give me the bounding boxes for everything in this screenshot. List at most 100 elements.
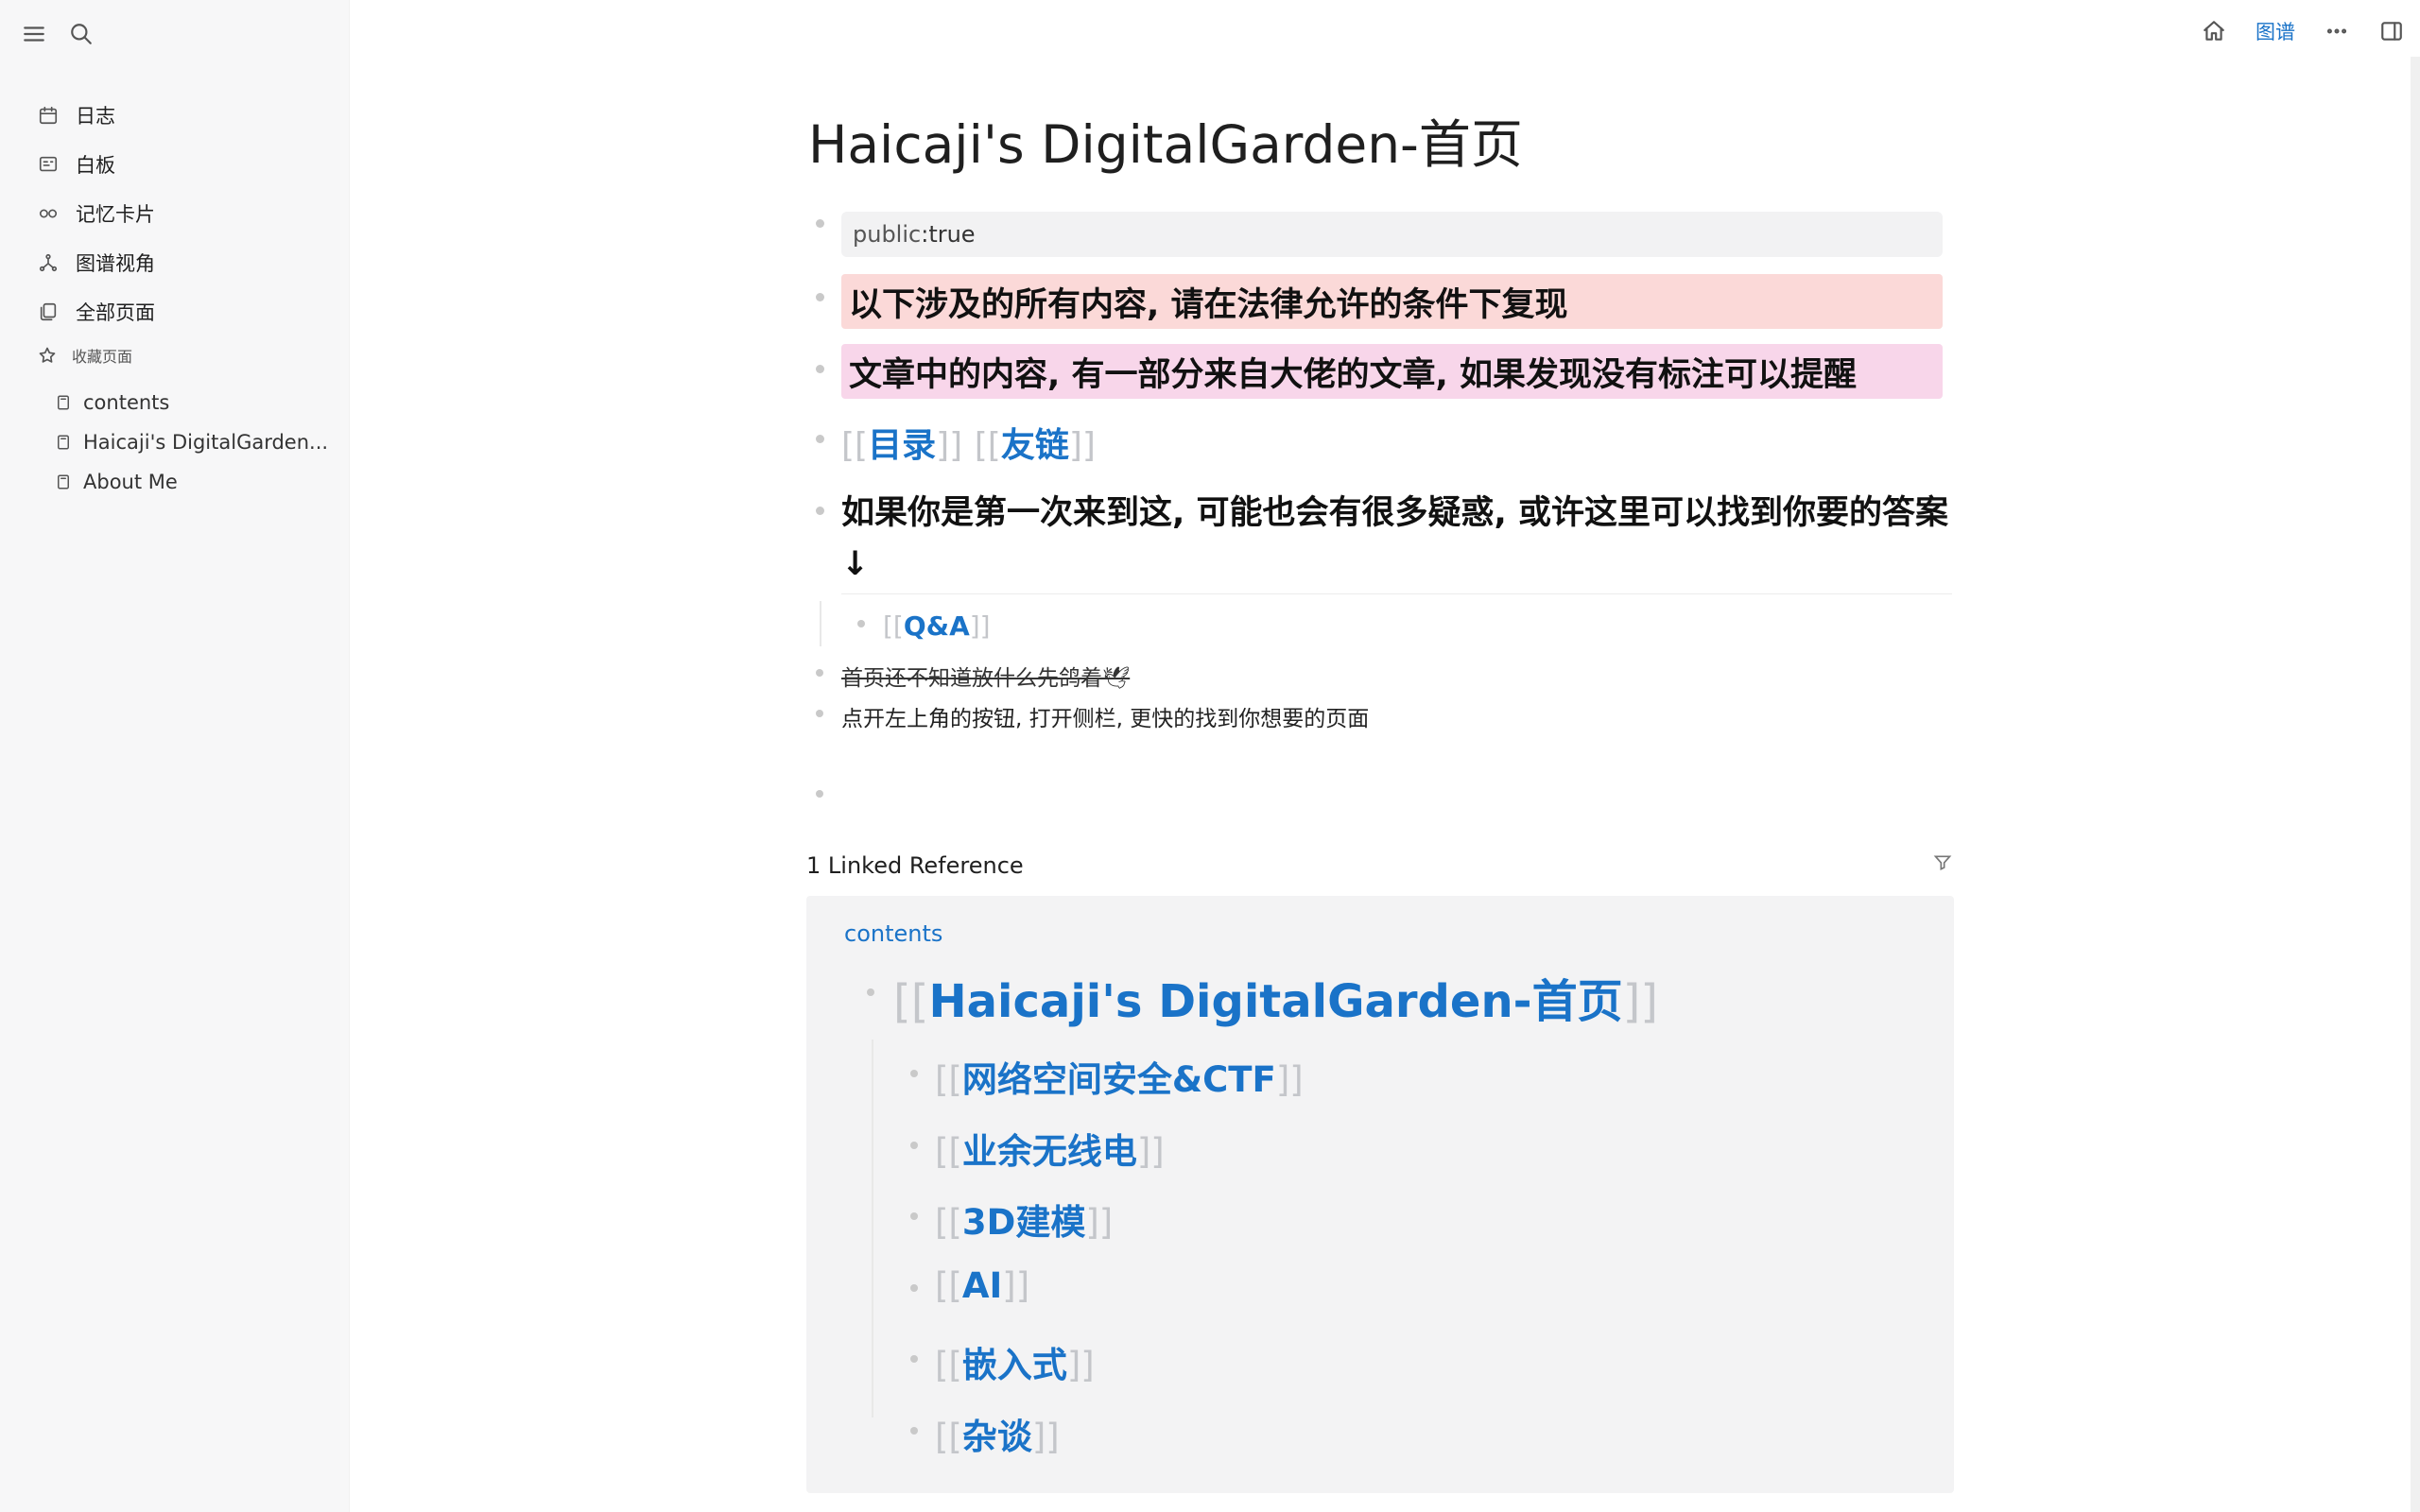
block-bullet[interactable] bbox=[816, 790, 823, 798]
pages-icon bbox=[38, 301, 59, 322]
reference-source-page[interactable]: contents bbox=[844, 920, 942, 947]
block-bullet[interactable] bbox=[910, 1355, 918, 1363]
sidebar-item-label: 图谱视角 bbox=[76, 252, 155, 275]
favorites-title: 收藏页面 bbox=[72, 348, 133, 366]
child-guide-line bbox=[820, 601, 821, 646]
home-icon[interactable] bbox=[2201, 18, 2227, 44]
notice-credit[interactable]: 文章中的内容, 有一部分来自大佬的文章, 如果发现没有标注可以提醒 bbox=[841, 344, 1943, 399]
links-row: [[目录]] [[友链]] bbox=[841, 418, 1096, 467]
notice-legal[interactable]: 以下涉及的所有内容, 请在法律允许的条件下复现 bbox=[841, 274, 1943, 329]
search-icon[interactable] bbox=[68, 21, 95, 47]
link-3d-modeling[interactable]: 3D建模 bbox=[962, 1202, 1085, 1243]
link-embedded[interactable]: 嵌入式 bbox=[962, 1345, 1067, 1385]
block-bullet[interactable] bbox=[857, 620, 865, 627]
link-cybersecurity[interactable]: 网络空间安全&CTF bbox=[962, 1059, 1276, 1100]
intro-text[interactable]: 如果你是第一次来到这, 可能也会有很多疑惑, 或许这里可以找到你要的答案↓ bbox=[841, 488, 1957, 590]
page-title[interactable]: Haicaji's DigitalGarden-首页 bbox=[808, 102, 1523, 178]
reference-sub-link-row: [[3D建模]] bbox=[935, 1194, 1113, 1245]
favorite-item-home[interactable]: Haicaji's DigitalGarden... bbox=[55, 422, 329, 462]
favorites-header[interactable]: 收藏页面 bbox=[38, 344, 132, 367]
sidebar-nav: 日志 白板 记忆卡片 图谱视角 全部页面 bbox=[34, 91, 337, 336]
bracket-close: ]] bbox=[969, 610, 991, 642]
bracket-open: [[ bbox=[935, 1059, 962, 1100]
sidebar-item-label: 记忆卡片 bbox=[76, 203, 155, 226]
sidebar-item-label: 日志 bbox=[76, 105, 115, 128]
reference-sub-link-row: [[AI]] bbox=[935, 1265, 1029, 1306]
bracket-close: ]] bbox=[1085, 1202, 1114, 1243]
bracket-open: [[ bbox=[974, 426, 1001, 465]
block-bullet[interactable] bbox=[816, 507, 824, 515]
page-icon bbox=[55, 394, 72, 411]
graph-icon bbox=[38, 252, 59, 273]
property-value: true bbox=[928, 221, 976, 248]
sidebar-item-label: 白板 bbox=[76, 154, 115, 177]
sidebar-item-all-pages[interactable]: 全部页面 bbox=[34, 287, 337, 336]
divider bbox=[841, 593, 1952, 594]
sidebar-top-icons bbox=[21, 21, 95, 47]
link-ai[interactable]: AI bbox=[962, 1265, 1002, 1306]
reference-main-link[interactable]: Haicaji's DigitalGarden-首页 bbox=[928, 975, 1622, 1028]
bracket-open: [[ bbox=[841, 426, 869, 465]
star-icon bbox=[38, 346, 57, 365]
property-row[interactable]: public: true bbox=[841, 212, 1943, 257]
block-bullet[interactable] bbox=[816, 219, 824, 228]
sidebar-item-label: 全部页面 bbox=[76, 301, 155, 324]
block-bullet[interactable] bbox=[816, 710, 823, 717]
child-guide-line bbox=[872, 1040, 873, 1418]
more-icon[interactable] bbox=[2324, 18, 2350, 44]
scrollbar[interactable] bbox=[2411, 57, 2420, 1512]
block-bullet[interactable] bbox=[816, 293, 824, 301]
favorite-item-contents[interactable]: contents bbox=[55, 383, 329, 422]
bracket-open: [[ bbox=[935, 1265, 962, 1306]
tip-text[interactable]: 点开左上角的按钮, 打开侧栏, 更快的找到你想要的页面 bbox=[841, 700, 1369, 732]
block-bullet[interactable] bbox=[867, 988, 874, 996]
top-toolbar: 图谱 bbox=[2201, 17, 2420, 45]
whiteboard-icon bbox=[38, 154, 59, 175]
link-catalog[interactable]: 目录 bbox=[868, 426, 936, 465]
bracket-close: ]] bbox=[1136, 1131, 1165, 1172]
sidebar-item-flashcards[interactable]: 记忆卡片 bbox=[34, 189, 337, 238]
filter-icon[interactable] bbox=[1933, 853, 1952, 876]
bracket-close: ]] bbox=[1068, 426, 1096, 465]
link-misc[interactable]: 杂谈 bbox=[962, 1417, 1032, 1457]
block-bullet[interactable] bbox=[910, 1142, 918, 1149]
sidebar-item-whiteboards[interactable]: 白板 bbox=[34, 140, 337, 189]
bracket-open: [[ bbox=[935, 1131, 962, 1172]
property-key: public bbox=[853, 221, 922, 248]
bracket-open: [[ bbox=[935, 1345, 962, 1385]
bracket-close: ]] bbox=[1066, 1345, 1095, 1385]
block-bullet[interactable] bbox=[910, 1284, 918, 1292]
link-ham-radio[interactable]: 业余无线电 bbox=[962, 1131, 1137, 1172]
menu-icon[interactable] bbox=[21, 21, 47, 47]
block-bullet[interactable] bbox=[816, 669, 823, 677]
block-bullet[interactable] bbox=[910, 1212, 918, 1220]
link-qa[interactable]: Q&A bbox=[904, 610, 970, 642]
infinity-icon bbox=[38, 203, 59, 224]
bracket-open: [[ bbox=[893, 975, 929, 1028]
block-bullet[interactable] bbox=[816, 365, 824, 373]
right-sidebar-toggle-icon[interactable] bbox=[2378, 18, 2405, 44]
calendar-icon bbox=[38, 105, 59, 126]
graph-button[interactable]: 图谱 bbox=[2256, 17, 2295, 45]
linked-reference-panel: contents [[Haicaji's DigitalGarden-首页]] … bbox=[806, 896, 1954, 1493]
block-bullet[interactable] bbox=[910, 1427, 918, 1435]
strike-text[interactable]: 首页还不知道放什么先鸽着🕊 bbox=[841, 660, 1130, 692]
reference-sub-link-row: [[杂谈]] bbox=[935, 1408, 1060, 1459]
qa-link-row: [[Q&A]] bbox=[883, 610, 991, 642]
bracket-close: ]] bbox=[1002, 1265, 1030, 1306]
linked-references-title[interactable]: 1 Linked Reference bbox=[806, 852, 1024, 879]
reference-sub-link-row: [[业余无线电]] bbox=[935, 1123, 1165, 1174]
left-sidebar: 日志 白板 记忆卡片 图谱视角 全部页面 收藏页面 contents Haica… bbox=[0, 0, 350, 1512]
sidebar-item-journals[interactable]: 日志 bbox=[34, 91, 337, 140]
favorite-item-about[interactable]: About Me bbox=[55, 462, 329, 502]
link-friends[interactable]: 友链 bbox=[1001, 426, 1069, 465]
favorite-label: contents bbox=[83, 391, 170, 414]
reference-sub-link-row: [[网络空间安全&CTF]] bbox=[935, 1051, 1304, 1102]
page-icon bbox=[55, 473, 72, 490]
sidebar-item-graph-view[interactable]: 图谱视角 bbox=[34, 238, 337, 287]
reference-sub-link-row: [[嵌入式]] bbox=[935, 1336, 1095, 1387]
bracket-close: ]] bbox=[1622, 975, 1659, 1028]
block-bullet[interactable] bbox=[816, 435, 824, 443]
bracket-open: [[ bbox=[935, 1417, 962, 1457]
block-bullet[interactable] bbox=[910, 1070, 918, 1077]
